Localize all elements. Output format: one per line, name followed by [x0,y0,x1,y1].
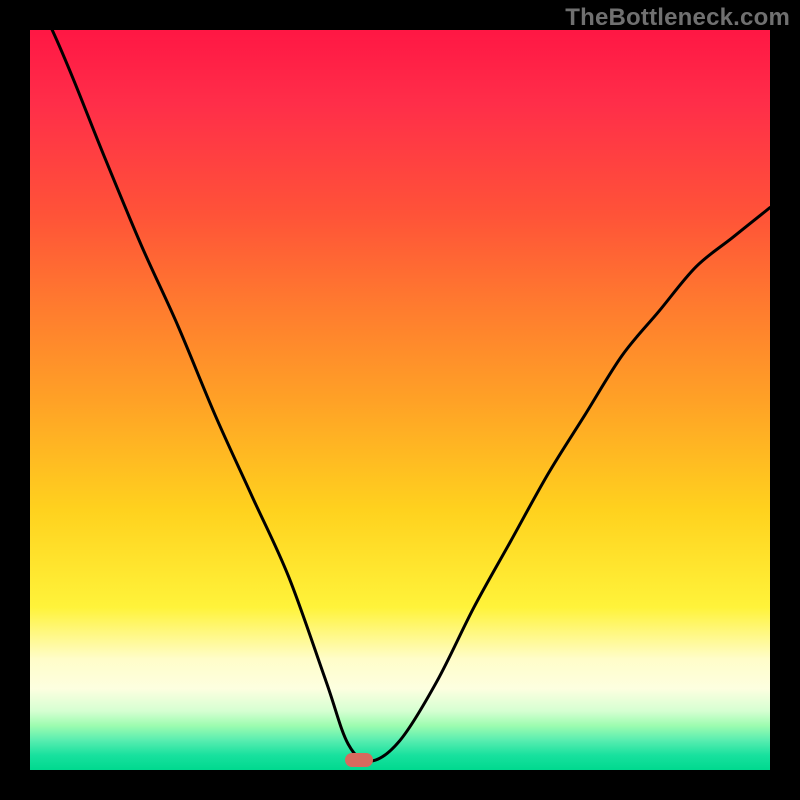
curve-path [30,30,770,761]
plot-area [30,30,770,770]
watermark-text: TheBottleneck.com [565,4,790,32]
chart-frame: TheBottleneck.com [0,0,800,800]
bottleneck-curve [30,30,770,770]
optimal-point-marker [345,753,373,767]
